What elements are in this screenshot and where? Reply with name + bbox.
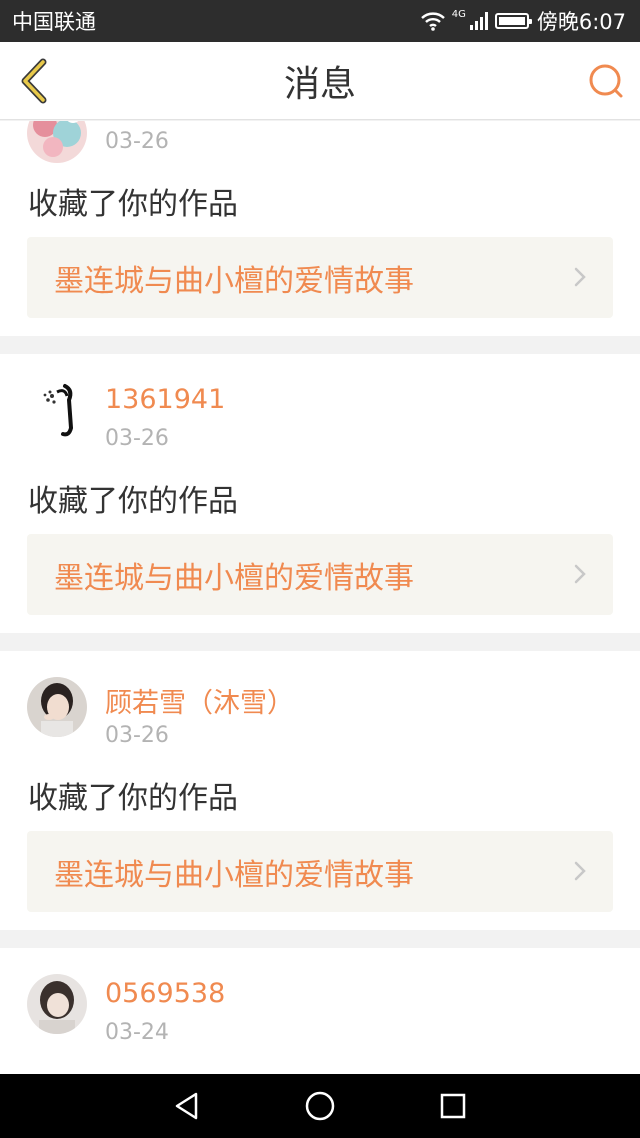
clock: 傍晚6:07 [536,10,626,34]
message-date: 03-24 [105,1020,169,1045]
search-icon [589,64,623,98]
chevron-left-icon [21,58,47,104]
username[interactable]: 顾若雪（沐雪） [105,681,294,720]
message-action: 收藏了你的作品 [28,484,238,519]
status-icons: 4G [420,9,532,31]
signal-icon [469,12,488,30]
message-date: 03-26 [105,723,169,748]
message-card: 顾若雪（沐雪） 03-26 收藏了你的作品 墨连城与曲小檀的爱情故事 [0,651,640,930]
avatar[interactable] [27,380,87,440]
network-type: 4G [451,9,466,20]
message-action: 收藏了你的作品 [28,781,238,816]
work-link[interactable]: 墨连城与曲小檀的爱情故事 [27,831,613,912]
system-nav-bar [0,1074,640,1138]
home-circle-icon [305,1091,335,1121]
message-card: 03-26 收藏了你的作品 墨连城与曲小檀的爱情故事 [0,121,640,336]
work-link[interactable]: 墨连城与曲小檀的爱情故事 [27,237,613,318]
message-list[interactable]: 03-26 收藏了你的作品 墨连城与曲小檀的爱情故事 1361941 03-26 [0,121,640,1074]
back-button[interactable] [14,56,54,106]
app-header: 消息 [0,42,640,120]
work-title: 墨连城与曲小檀的爱情故事 [54,857,414,893]
chevron-right-icon [574,861,586,881]
avatar[interactable] [27,121,87,163]
system-recents-button[interactable] [423,1081,483,1131]
username[interactable]: 1361941 [105,384,225,415]
message-card: 1361941 03-26 收藏了你的作品 墨连城与曲小檀的爱情故事 [0,354,640,633]
status-right: 4G 傍晚6:07 [420,6,626,36]
message-date: 03-26 [105,129,169,154]
system-home-button[interactable] [290,1081,350,1131]
work-title: 墨连城与曲小檀的爱情故事 [54,263,414,299]
carrier-label: 中国联通 [12,10,96,34]
avatar[interactable] [27,677,87,737]
back-triangle-icon [175,1092,197,1120]
wifi-icon [420,12,445,31]
battery-icon [494,13,532,29]
message-date: 03-26 [105,426,169,451]
work-title: 墨连城与曲小檀的爱情故事 [54,560,414,596]
chevron-right-icon [574,267,586,287]
status-bar: 中国联通 4G 傍晚6:07 [0,0,640,42]
message-card: 0569538 03-24 [0,948,640,1074]
search-button[interactable] [586,59,626,103]
system-back-button[interactable] [157,1081,217,1131]
page-title: 消息 [283,63,356,105]
message-action: 收藏了你的作品 [28,187,238,222]
chevron-right-icon [574,564,586,584]
avatar[interactable] [27,974,87,1034]
username[interactable]: 0569538 [105,978,225,1009]
recents-square-icon [441,1093,466,1119]
work-link[interactable]: 墨连城与曲小檀的爱情故事 [27,534,613,615]
